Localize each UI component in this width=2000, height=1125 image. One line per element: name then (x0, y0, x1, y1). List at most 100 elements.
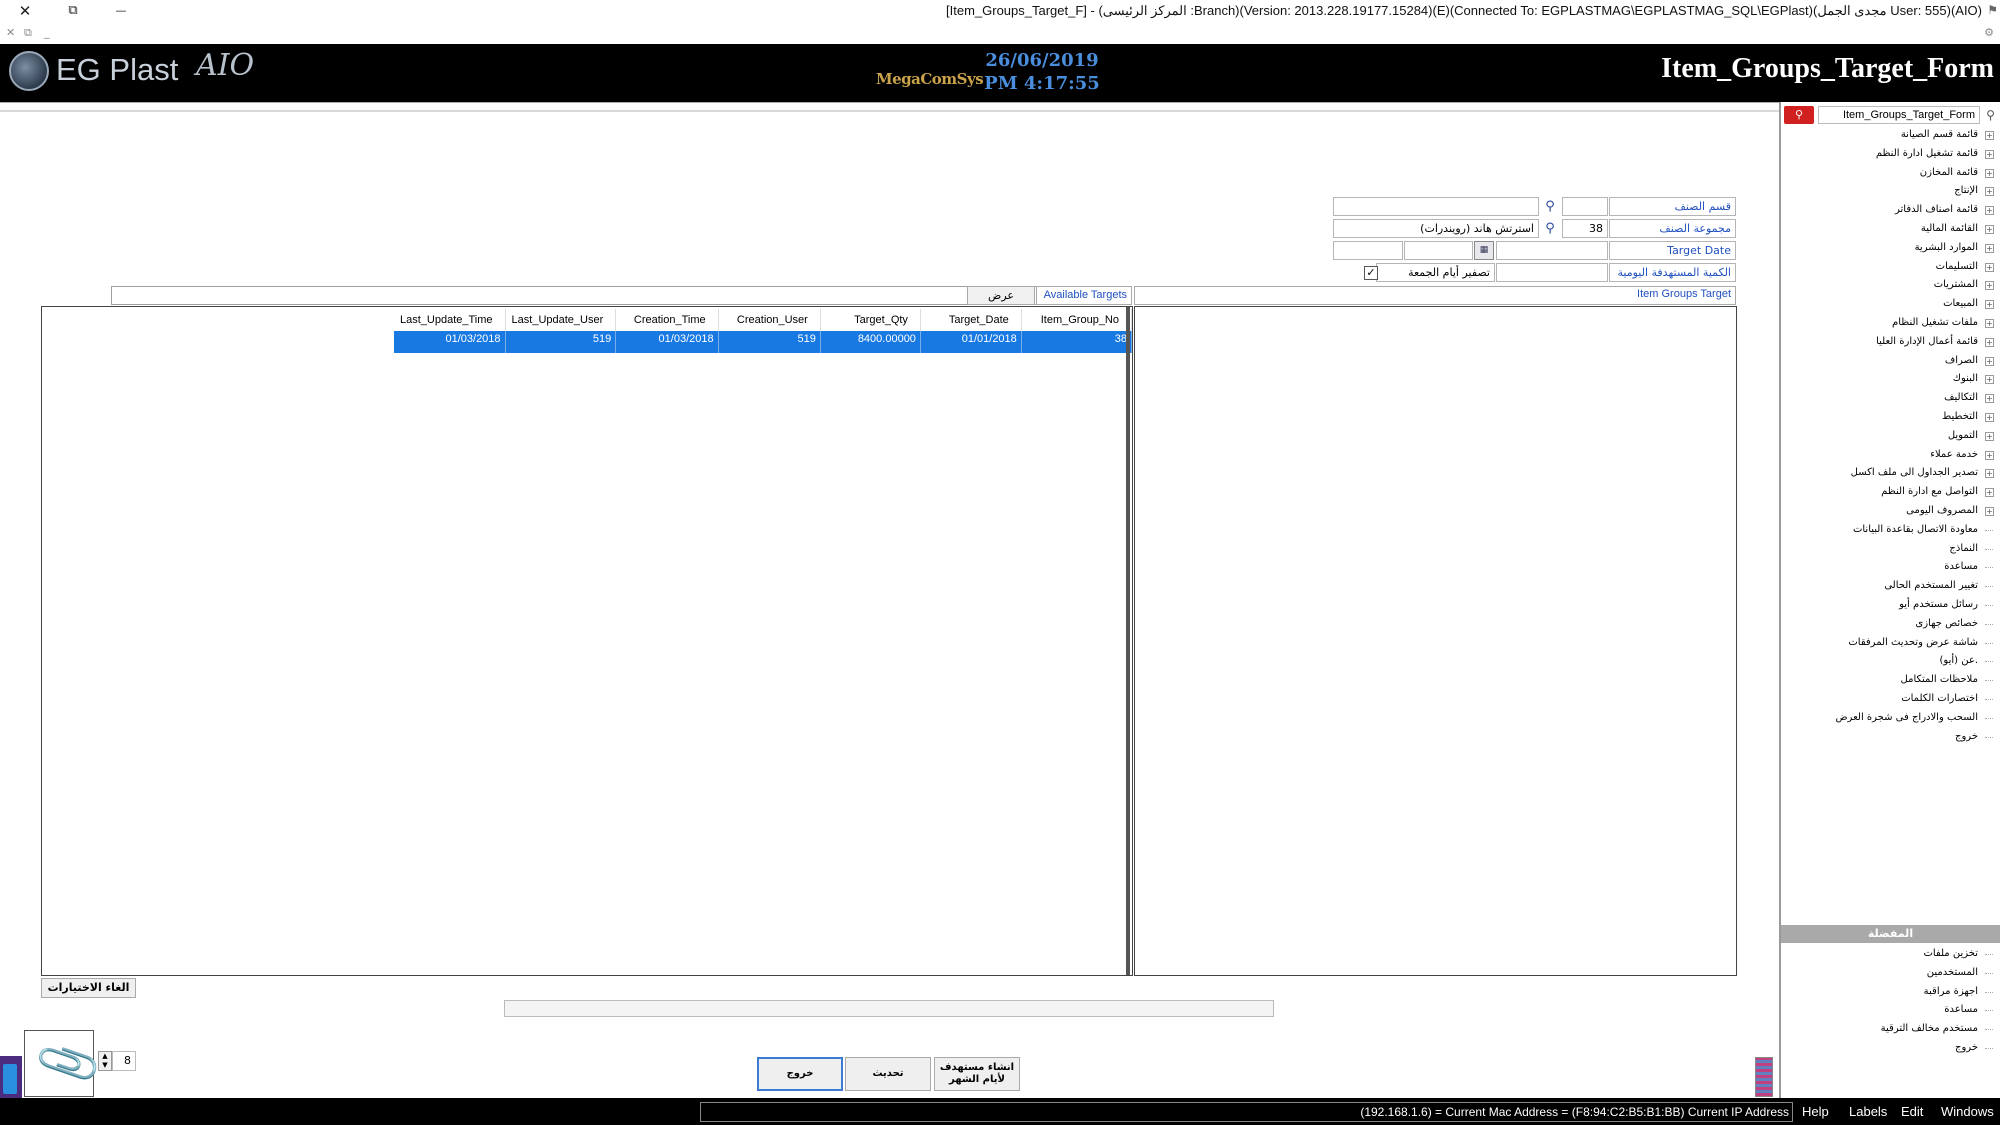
menu-help[interactable]: Help (1802, 1104, 1829, 1119)
grid-splitter[interactable] (1126, 307, 1130, 975)
expand-icon[interactable]: + (1985, 300, 1994, 310)
group-code-input[interactable]: 38 (1562, 219, 1608, 238)
column-header[interactable]: Creation_User (718, 309, 821, 331)
side-tab[interactable] (0, 1056, 22, 1098)
expand-icon[interactable]: + (1985, 168, 1994, 178)
sidebar-tree-item[interactable]: التمويل + (1781, 427, 2000, 446)
column-header[interactable]: Target_Qty (820, 309, 921, 331)
restore-window-button[interactable]: ⧉ (50, 0, 96, 22)
category-lookup-icon[interactable]: ⚲ (1540, 197, 1560, 216)
sidebar-tree-item[interactable]: ملاحظات المتكامل (1781, 671, 2000, 690)
favorites-item[interactable]: مستخدم مخالف الترقية (1781, 1020, 2000, 1039)
menu-labels[interactable]: Labels (1849, 1104, 1887, 1119)
mdi-close-icon[interactable]: ✕ (6, 26, 15, 39)
refresh-button[interactable]: تحديث (845, 1057, 931, 1091)
sidebar-tree-item[interactable]: ملفات تشغيل النظام + (1781, 314, 2000, 333)
mdi-minimize-icon[interactable]: _ (44, 26, 50, 39)
clear-selection-button[interactable]: الغاء الاختيارات (41, 978, 136, 998)
search-icon[interactable]: ⚲ (1982, 106, 1999, 124)
sidebar-tree-item[interactable]: عن (أيو). (1781, 652, 2000, 671)
expand-icon[interactable]: + (1985, 412, 1994, 422)
sidebar-tree-item[interactable]: المشتريات + (1781, 276, 2000, 295)
sidebar-tree-item[interactable]: السحب والادراج فى شجرة العرض (1781, 709, 2000, 728)
sidebar-tree-item[interactable]: رسائل مستخدم أيو (1781, 596, 2000, 615)
column-header[interactable]: Item_Group_No (1021, 309, 1133, 331)
expand-icon[interactable]: + (1985, 187, 1994, 197)
sidebar-tree-item[interactable]: قائمة تشغيل ادارة النظم + (1781, 145, 2000, 164)
favorites-item[interactable]: مساعدة (1781, 1001, 2000, 1020)
attachment-button[interactable]: 📎 (24, 1028, 105, 1099)
minimize-window-button[interactable]: — (98, 0, 144, 22)
favorites-item[interactable]: اجهزة مراقبة (1781, 983, 2000, 1002)
sidebar-tree-item[interactable]: قائمة قسم الصيانة + (1781, 126, 2000, 145)
sidebar-tree-item[interactable]: النماذج (1781, 540, 2000, 559)
expand-icon[interactable]: + (1985, 431, 1994, 441)
sidebar-tree-item[interactable]: قائمة اصناف الدفاتر + (1781, 201, 2000, 220)
sidebar-tree-item[interactable]: تصدير الجداول الى ملف اكسل + (1781, 464, 2000, 483)
sidebar-tree-item[interactable]: خصائص جهازى (1781, 615, 2000, 634)
column-header[interactable]: Target_Date (920, 309, 1022, 331)
expand-icon[interactable]: + (1985, 488, 1994, 498)
expand-icon[interactable]: + (1985, 506, 1994, 516)
splitter-grip-icon[interactable] (1755, 1057, 1773, 1097)
sidebar-tree-item[interactable]: التسليمات + (1781, 258, 2000, 277)
sidebar-tree-item[interactable]: تغيير المستخدم الحالى (1781, 577, 2000, 596)
sidebar-tree-item[interactable]: الموارد البشرية + (1781, 239, 2000, 258)
sidebar-tree-item[interactable]: القائمة المالية + (1781, 220, 2000, 239)
column-header[interactable]: Last_Update_Time (394, 309, 506, 331)
sidebar-tree-item[interactable]: خدمة عملاء + (1781, 446, 2000, 465)
column-header[interactable]: Last_Update_User (505, 309, 617, 331)
favorites-item[interactable]: المستخدمين (1781, 964, 2000, 983)
sidebar-search-button[interactable]: ⚲ (1784, 106, 1814, 124)
sidebar-search-input[interactable]: Item_Groups_Target_Form (1818, 106, 1980, 124)
sidebar-tree-item[interactable]: اختصارات الكلمات (1781, 690, 2000, 709)
expand-icon[interactable]: + (1985, 243, 1994, 253)
daily-qty-input[interactable] (1496, 263, 1608, 282)
sidebar-tree-item[interactable]: الإنتاج + (1781, 182, 2000, 201)
exit-button[interactable]: خروج (757, 1057, 843, 1091)
category-code-input[interactable] (1562, 197, 1608, 216)
close-window-button[interactable]: ✕ (2, 0, 48, 22)
sidebar-tree-item[interactable]: التكاليف + (1781, 389, 2000, 408)
mdi-settings-icon[interactable]: ⚙ (1984, 26, 1994, 39)
expand-icon[interactable]: + (1985, 262, 1994, 272)
sidebar-tree-item[interactable]: الصراف + (1781, 352, 2000, 371)
calendar-icon[interactable]: ▦ (1474, 241, 1494, 260)
expand-icon[interactable]: + (1985, 469, 1994, 479)
expand-icon[interactable]: + (1985, 206, 1994, 216)
available-targets-grid[interactable]: Last_Update_Time Last_Update_User Creation… (41, 306, 1133, 976)
create-target-button[interactable]: انشاء مستهدف لأيام الشهر (934, 1057, 1020, 1091)
sidebar-tree-item[interactable]: قائمة المخازن + (1781, 164, 2000, 183)
sidebar-tree-item[interactable]: المصروف اليومى + (1781, 502, 2000, 521)
item-groups-target-grid[interactable] (1134, 306, 1737, 976)
column-header[interactable]: Creation_Time (615, 309, 719, 331)
page-number-input[interactable]: 8 (112, 1051, 136, 1071)
expand-icon[interactable]: + (1985, 149, 1994, 159)
expand-icon[interactable]: + (1985, 131, 1994, 140)
expand-icon[interactable]: + (1985, 224, 1994, 234)
sidebar-tree-item[interactable]: البنوك + (1781, 370, 2000, 389)
target-date-input[interactable] (1404, 241, 1473, 260)
expand-icon[interactable]: + (1985, 450, 1994, 460)
favorites-item[interactable]: تخزين ملفات (1781, 945, 2000, 964)
expand-icon[interactable]: + (1985, 394, 1994, 404)
page-spinner[interactable]: ▲ ▼ (98, 1051, 112, 1071)
expand-icon[interactable]: + (1985, 356, 1994, 366)
show-button[interactable]: عرض (967, 286, 1035, 305)
sidebar-tree-item[interactable]: شاشة عرض وتحديث المرفقات (1781, 634, 2000, 653)
expand-icon[interactable]: + (1985, 281, 1994, 291)
favorites-item[interactable]: خروج (1781, 1039, 2000, 1058)
expand-icon[interactable]: + (1985, 337, 1994, 347)
sidebar-tree-item[interactable]: المبيعات + (1781, 295, 2000, 314)
mdi-restore-icon[interactable]: ⧉ (24, 26, 32, 40)
menu-edit[interactable]: Edit (1901, 1104, 1923, 1119)
sidebar-tree-item[interactable]: خروج (1781, 728, 2000, 747)
expand-icon[interactable]: + (1985, 375, 1994, 385)
sidebar-tree-item[interactable]: مساعدة (1781, 558, 2000, 577)
sidebar-tree-item[interactable]: التخطيط + (1781, 408, 2000, 427)
sidebar-tree-item[interactable]: التواصل مع ادارة النظم + (1781, 483, 2000, 502)
table-row[interactable]: 01/03/2018 519 01/03/2018 519 8400.00000 01/0… (394, 331, 1133, 353)
menu-windows[interactable]: Windows (1941, 1104, 1994, 1119)
expand-icon[interactable]: + (1985, 318, 1994, 328)
sidebar-tree-item[interactable]: معاودة الاتصال بقاعدة البيانات (1781, 521, 2000, 540)
